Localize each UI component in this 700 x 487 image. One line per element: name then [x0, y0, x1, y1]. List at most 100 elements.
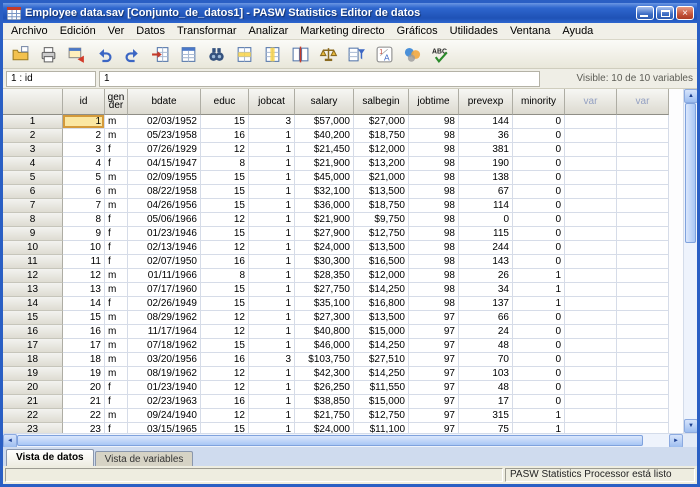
- cell-jobtime-row14[interactable]: 98: [409, 297, 459, 311]
- cell-var-row1[interactable]: [565, 115, 617, 129]
- cell-var-row15[interactable]: [617, 311, 669, 325]
- cell-prevexp-row8[interactable]: 0: [459, 213, 513, 227]
- menu-item-analizar[interactable]: Analizar: [243, 24, 295, 38]
- cell-jobcat-row20[interactable]: 1: [249, 381, 295, 395]
- cell-salbegin-row8[interactable]: $9,750: [354, 213, 409, 227]
- vertical-scroll-track[interactable]: [684, 103, 697, 419]
- menu-item-archivo[interactable]: Archivo: [5, 24, 54, 38]
- row-header-21[interactable]: 21: [3, 395, 63, 409]
- cell-gender-row9[interactable]: f: [105, 227, 128, 241]
- cell-var-row20[interactable]: [565, 381, 617, 395]
- vertical-scrollbar[interactable]: ▲ ▼: [683, 89, 697, 433]
- cell-salbegin-row20[interactable]: $11,550: [354, 381, 409, 395]
- cell-bdate-row14[interactable]: 02/26/1949: [128, 297, 201, 311]
- row-header-7[interactable]: 7: [3, 199, 63, 213]
- cell-minority-row20[interactable]: 0: [513, 381, 565, 395]
- cell-var-row10[interactable]: [565, 241, 617, 255]
- goto-case-button[interactable]: [147, 42, 174, 67]
- cell-prevexp-row1[interactable]: 144: [459, 115, 513, 129]
- cell-educ-row12[interactable]: 8: [201, 269, 249, 283]
- cell-prevexp-row22[interactable]: 315: [459, 409, 513, 423]
- close-button[interactable]: ×: [676, 6, 694, 20]
- cell-minority-row18[interactable]: 0: [513, 353, 565, 367]
- row-header-10[interactable]: 10: [3, 241, 63, 255]
- cell-id-row3[interactable]: 3: [63, 143, 105, 157]
- cell-jobtime-row13[interactable]: 98: [409, 283, 459, 297]
- cell-var-row7[interactable]: [617, 199, 669, 213]
- undo-button[interactable]: [91, 42, 118, 67]
- cell-editor-input[interactable]: [99, 71, 540, 87]
- cell-salary-row12[interactable]: $28,350: [295, 269, 354, 283]
- cell-prevexp-row2[interactable]: 36: [459, 129, 513, 143]
- cell-var-row17[interactable]: [565, 339, 617, 353]
- row-header-22[interactable]: 22: [3, 409, 63, 423]
- cell-minority-row6[interactable]: 0: [513, 185, 565, 199]
- cell-minority-row14[interactable]: 1: [513, 297, 565, 311]
- cell-salary-row11[interactable]: $30,300: [295, 255, 354, 269]
- cell-salary-row15[interactable]: $27,300: [295, 311, 354, 325]
- cell-jobcat-row5[interactable]: 1: [249, 171, 295, 185]
- redo-button[interactable]: [119, 42, 146, 67]
- cell-salbegin-row6[interactable]: $13,500: [354, 185, 409, 199]
- cell-id-row4[interactable]: 4: [63, 157, 105, 171]
- cell-bdate-row23[interactable]: 03/15/1965: [128, 423, 201, 433]
- column-header-minority[interactable]: minority: [513, 89, 565, 115]
- cell-var-row11[interactable]: [617, 255, 669, 269]
- cell-prevexp-row13[interactable]: 34: [459, 283, 513, 297]
- cell-id-row16[interactable]: 16: [63, 325, 105, 339]
- cell-jobcat-row10[interactable]: 1: [249, 241, 295, 255]
- cell-var-row18[interactable]: [617, 353, 669, 367]
- cell-educ-row23[interactable]: 15: [201, 423, 249, 433]
- cell-id-row11[interactable]: 11: [63, 255, 105, 269]
- cell-educ-row15[interactable]: 12: [201, 311, 249, 325]
- cell-prevexp-row12[interactable]: 26: [459, 269, 513, 283]
- cell-jobcat-row17[interactable]: 1: [249, 339, 295, 353]
- tab-variable-view[interactable]: Vista de variables: [95, 451, 194, 466]
- cell-jobtime-row17[interactable]: 97: [409, 339, 459, 353]
- cell-var-row9[interactable]: [617, 227, 669, 241]
- cell-var-row8[interactable]: [617, 213, 669, 227]
- row-header-23[interactable]: 23: [3, 423, 63, 433]
- vertical-scroll-thumb[interactable]: [685, 103, 696, 243]
- cell-minority-row19[interactable]: 0: [513, 367, 565, 381]
- cell-id-row23[interactable]: 23: [63, 423, 105, 433]
- cell-bdate-row16[interactable]: 11/17/1964: [128, 325, 201, 339]
- cell-gender-row23[interactable]: f: [105, 423, 128, 433]
- cell-var-row1[interactable]: [617, 115, 669, 129]
- cell-educ-row20[interactable]: 12: [201, 381, 249, 395]
- cell-var-row19[interactable]: [565, 367, 617, 381]
- cell-bdate-row15[interactable]: 08/29/1962: [128, 311, 201, 325]
- cell-educ-row7[interactable]: 15: [201, 199, 249, 213]
- variables-button[interactable]: [175, 42, 202, 67]
- horizontal-scroll-thumb[interactable]: [17, 435, 643, 446]
- cell-var-row19[interactable]: [617, 367, 669, 381]
- cell-salbegin-row2[interactable]: $18,750: [354, 129, 409, 143]
- cell-jobcat-row8[interactable]: 1: [249, 213, 295, 227]
- cell-jobcat-row19[interactable]: 1: [249, 367, 295, 381]
- cell-prevexp-row21[interactable]: 17: [459, 395, 513, 409]
- cell-salary-row22[interactable]: $21,750: [295, 409, 354, 423]
- column-header-jobcat[interactable]: jobcat: [249, 89, 295, 115]
- split-file-button[interactable]: [287, 42, 314, 67]
- cell-bdate-row1[interactable]: 02/03/1952: [128, 115, 201, 129]
- cell-var-row11[interactable]: [565, 255, 617, 269]
- cell-salary-row5[interactable]: $45,000: [295, 171, 354, 185]
- cell-minority-row8[interactable]: 0: [513, 213, 565, 227]
- select-cases-button[interactable]: [343, 42, 370, 67]
- cell-bdate-row18[interactable]: 03/20/1956: [128, 353, 201, 367]
- cell-jobcat-row4[interactable]: 1: [249, 157, 295, 171]
- cell-var-row6[interactable]: [565, 185, 617, 199]
- cell-var-row4[interactable]: [617, 157, 669, 171]
- menu-item-edici-n[interactable]: Edición: [54, 24, 102, 38]
- cell-var-row13[interactable]: [565, 283, 617, 297]
- cell-var-row23[interactable]: [617, 423, 669, 433]
- scroll-left-arrow-icon[interactable]: ◄: [3, 434, 17, 448]
- scroll-right-arrow-icon[interactable]: ►: [669, 434, 683, 448]
- cell-bdate-row5[interactable]: 02/09/1955: [128, 171, 201, 185]
- cell-jobcat-row7[interactable]: 1: [249, 199, 295, 213]
- cell-bdate-row9[interactable]: 01/23/1946: [128, 227, 201, 241]
- cell-salbegin-row22[interactable]: $12,750: [354, 409, 409, 423]
- cell-salbegin-row19[interactable]: $14,250: [354, 367, 409, 381]
- cell-var-row13[interactable]: [617, 283, 669, 297]
- column-header-var-11[interactable]: var: [617, 89, 669, 115]
